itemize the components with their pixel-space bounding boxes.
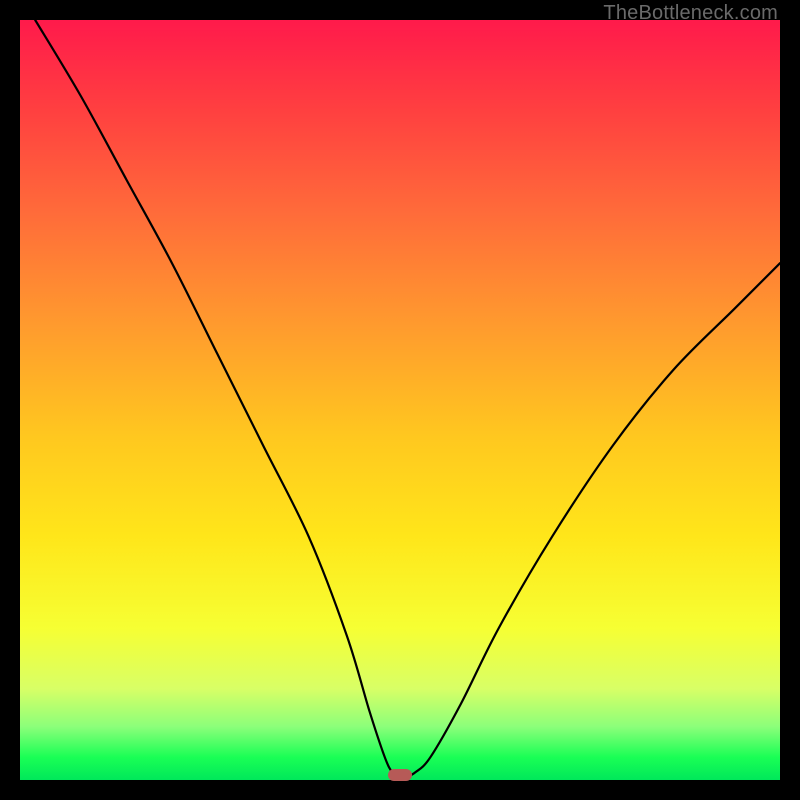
optimum-marker xyxy=(388,769,412,781)
curve-svg xyxy=(20,20,780,780)
watermark-text: TheBottleneck.com xyxy=(603,2,778,25)
bottleneck-curve xyxy=(35,20,780,777)
chart-frame: TheBottleneck.com xyxy=(0,0,800,800)
plot-area xyxy=(20,20,780,780)
